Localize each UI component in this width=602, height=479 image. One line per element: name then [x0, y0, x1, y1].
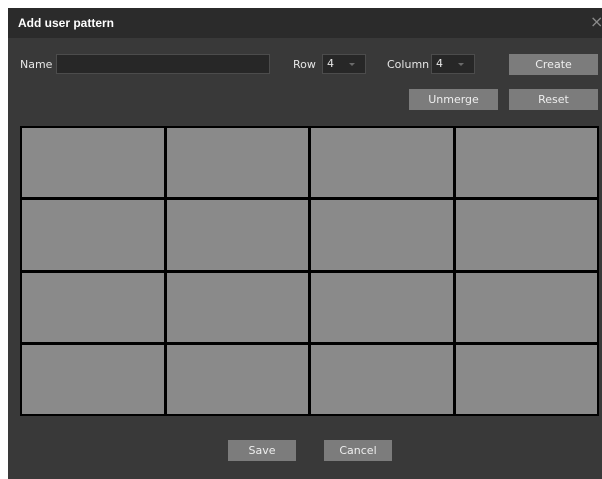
dialog-title: Add user pattern — [18, 16, 115, 30]
chevron-down-icon — [349, 63, 355, 66]
grid-cell-4-4[interactable] — [455, 344, 597, 414]
grid-cell-1-2[interactable] — [166, 128, 308, 198]
grid-cell-2-1[interactable] — [22, 200, 164, 270]
name-label: Name — [20, 58, 53, 71]
grid-cell-3-3[interactable] — [311, 272, 453, 342]
column-label: Column — [387, 58, 430, 71]
grid-cell-4-3[interactable] — [311, 344, 453, 414]
grid-cell-4-2[interactable] — [166, 344, 308, 414]
row-select-value: 4 — [327, 57, 334, 70]
grid-cell-4-1[interactable] — [22, 344, 164, 414]
grid-cell-1-1[interactable] — [22, 128, 164, 198]
save-button[interactable]: Save — [228, 440, 296, 461]
column-select[interactable]: 4 — [431, 54, 475, 74]
grid-cell-2-4[interactable] — [455, 200, 597, 270]
close-icon[interactable]: × — [590, 12, 602, 32]
grid-cell-3-4[interactable] — [455, 272, 597, 342]
row-label: Row — [293, 58, 316, 71]
unmerge-button[interactable]: Unmerge — [409, 89, 498, 110]
row-select[interactable]: 4 — [322, 54, 366, 74]
grid-cell-3-2[interactable] — [166, 272, 308, 342]
add-user-pattern-dialog: Add user pattern × Name Row 4 Column 4 C… — [8, 8, 602, 479]
reset-button[interactable]: Reset — [509, 89, 598, 110]
title-bar: Add user pattern × — [8, 8, 602, 38]
chevron-down-icon — [458, 63, 464, 66]
name-input[interactable] — [56, 54, 270, 74]
create-button[interactable]: Create — [509, 54, 598, 75]
grid-cell-1-3[interactable] — [311, 128, 453, 198]
grid-cell-2-3[interactable] — [311, 200, 453, 270]
pattern-grid — [20, 126, 599, 416]
grid-cell-1-4[interactable] — [455, 128, 597, 198]
grid-cell-2-2[interactable] — [166, 200, 308, 270]
grid-cell-3-1[interactable] — [22, 272, 164, 342]
cancel-button[interactable]: Cancel — [324, 440, 392, 461]
column-select-value: 4 — [436, 57, 443, 70]
